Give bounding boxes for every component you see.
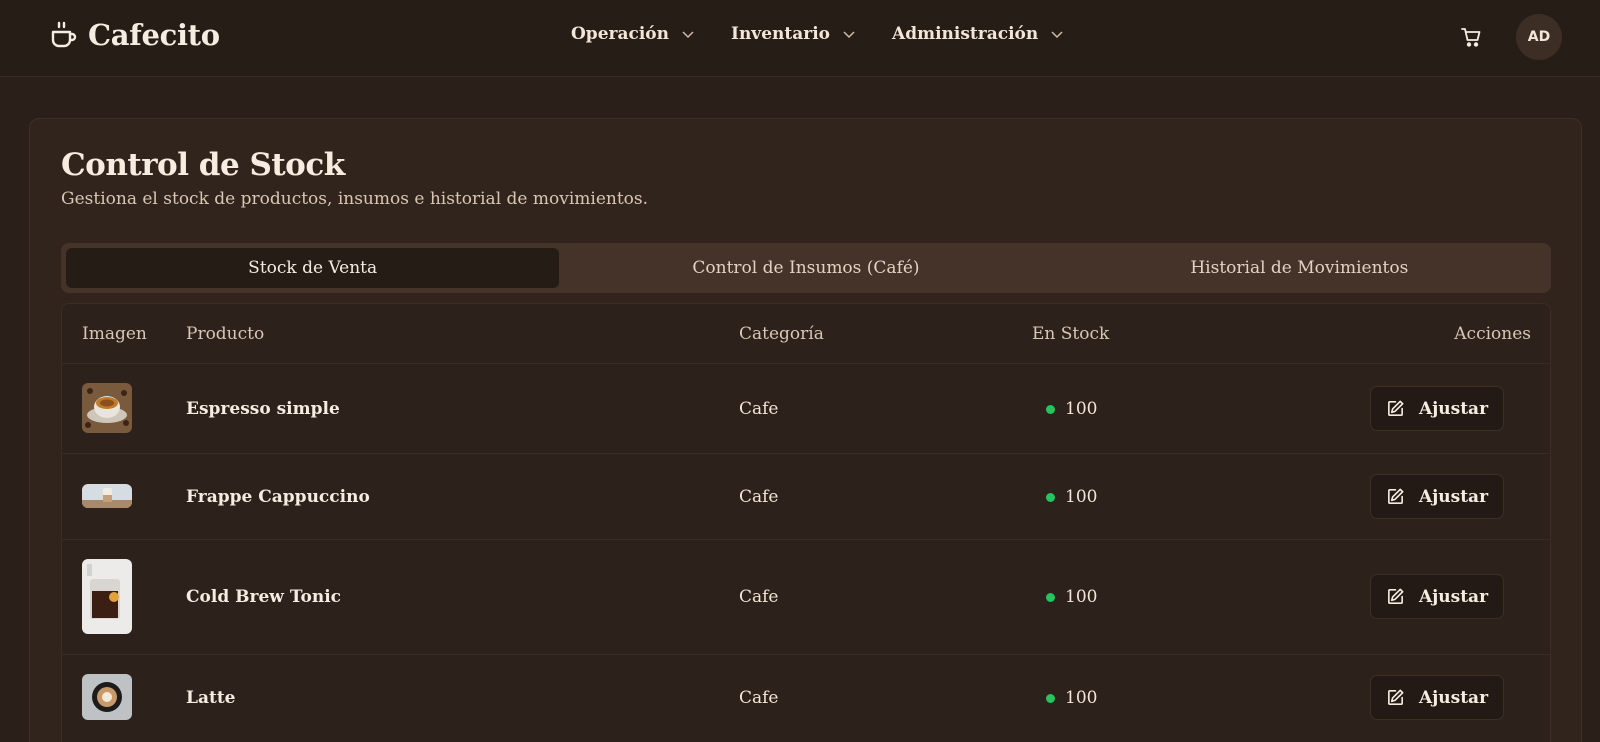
chevron-down-icon: [1051, 31, 1063, 39]
stock-table: Imagen Producto Categoría En Stock Accio…: [61, 303, 1551, 742]
product-name: Frappe Cappuccino: [186, 487, 370, 507]
nav-operacion-label: Operación: [571, 24, 669, 44]
page-subtitle: Gestiona el stock de productos, insumos …: [61, 189, 649, 209]
stock-count: 100: [1065, 487, 1098, 507]
adjust-label: Ajustar: [1418, 486, 1489, 507]
edit-icon: [1387, 689, 1404, 705]
stock-count: 100: [1065, 399, 1098, 419]
product-image: [82, 559, 132, 634]
nav-inventario-label: Inventario: [731, 24, 830, 44]
brand[interactable]: Cafecito: [50, 18, 220, 52]
table-row: Latte Cafe 100 Ajustar: [62, 655, 1550, 742]
stock-tabs: Stock de Venta Control de Insumos (Café)…: [61, 243, 1551, 293]
product-name: Cold Brew Tonic: [186, 587, 342, 607]
product-image: [82, 674, 132, 720]
in-stock-indicator: [1046, 492, 1055, 502]
main-nav: Operación Inventario Administración: [571, 24, 1064, 44]
edit-icon: [1387, 488, 1404, 504]
column-header-acciones: Acciones: [1454, 324, 1531, 344]
table-header: Imagen Producto Categoría En Stock Accio…: [62, 304, 1550, 364]
tab-control-de-insumos[interactable]: Control de Insumos (Café): [559, 248, 1052, 288]
coffee-cup-icon: [51, 21, 77, 48]
product-category: Cafe: [739, 587, 779, 607]
edit-icon: [1387, 400, 1404, 416]
column-header-en-stock: En Stock: [1032, 324, 1110, 344]
stock-card: Control de Stock Gestiona el stock de pr…: [29, 118, 1582, 742]
adjust-button[interactable]: Ajustar: [1370, 474, 1504, 519]
cart-icon[interactable]: [1460, 26, 1482, 48]
product-category: Cafe: [739, 399, 779, 419]
product-image: [82, 383, 132, 433]
brand-name: Cafecito: [88, 18, 220, 52]
nav-inventario[interactable]: Inventario: [731, 24, 856, 44]
table-row: Cold Brew Tonic Cafe 100 Ajustar: [62, 540, 1550, 655]
product-category: Cafe: [739, 688, 779, 708]
column-header-categoria: Categoría: [739, 324, 824, 344]
top-navbar: Cafecito Operación Inventario Administra…: [0, 0, 1600, 77]
product-name: Latte: [186, 688, 236, 708]
chevron-down-icon: [682, 31, 694, 39]
table-row: Frappe Cappuccino Cafe 100 Ajustar: [62, 454, 1550, 540]
adjust-button[interactable]: Ajustar: [1370, 574, 1504, 619]
edit-icon: [1387, 588, 1404, 604]
stock-value: 100: [1046, 688, 1097, 708]
tab-historial-de-movimientos[interactable]: Historial de Movimientos: [1053, 248, 1546, 288]
stock-value: 100: [1046, 487, 1097, 507]
stock-value: 100: [1046, 587, 1097, 607]
table-row: Espresso simple Cafe 100 Ajustar: [62, 364, 1550, 454]
product-image: [82, 484, 132, 508]
user-avatar[interactable]: AD: [1516, 14, 1562, 60]
in-stock-indicator: [1046, 404, 1055, 414]
adjust-label: Ajustar: [1418, 398, 1489, 419]
adjust-button[interactable]: Ajustar: [1370, 675, 1504, 720]
adjust-button[interactable]: Ajustar: [1370, 386, 1504, 431]
adjust-label: Ajustar: [1418, 586, 1489, 607]
tab-stock-de-venta[interactable]: Stock de Venta: [66, 248, 560, 288]
stock-value: 100: [1046, 399, 1097, 419]
column-header-producto: Producto: [186, 324, 265, 344]
stock-count: 100: [1065, 688, 1098, 708]
product-category: Cafe: [739, 487, 779, 507]
nav-administracion[interactable]: Administración: [892, 24, 1064, 44]
product-name: Espresso simple: [186, 399, 340, 419]
chevron-down-icon: [843, 31, 855, 39]
in-stock-indicator: [1046, 592, 1055, 602]
column-header-imagen: Imagen: [82, 324, 147, 344]
stock-count: 100: [1065, 587, 1098, 607]
nav-operacion[interactable]: Operación: [571, 24, 695, 44]
nav-administracion-label: Administración: [892, 24, 1039, 44]
adjust-label: Ajustar: [1418, 687, 1489, 708]
in-stock-indicator: [1046, 693, 1055, 703]
page-title: Control de Stock: [61, 147, 345, 183]
